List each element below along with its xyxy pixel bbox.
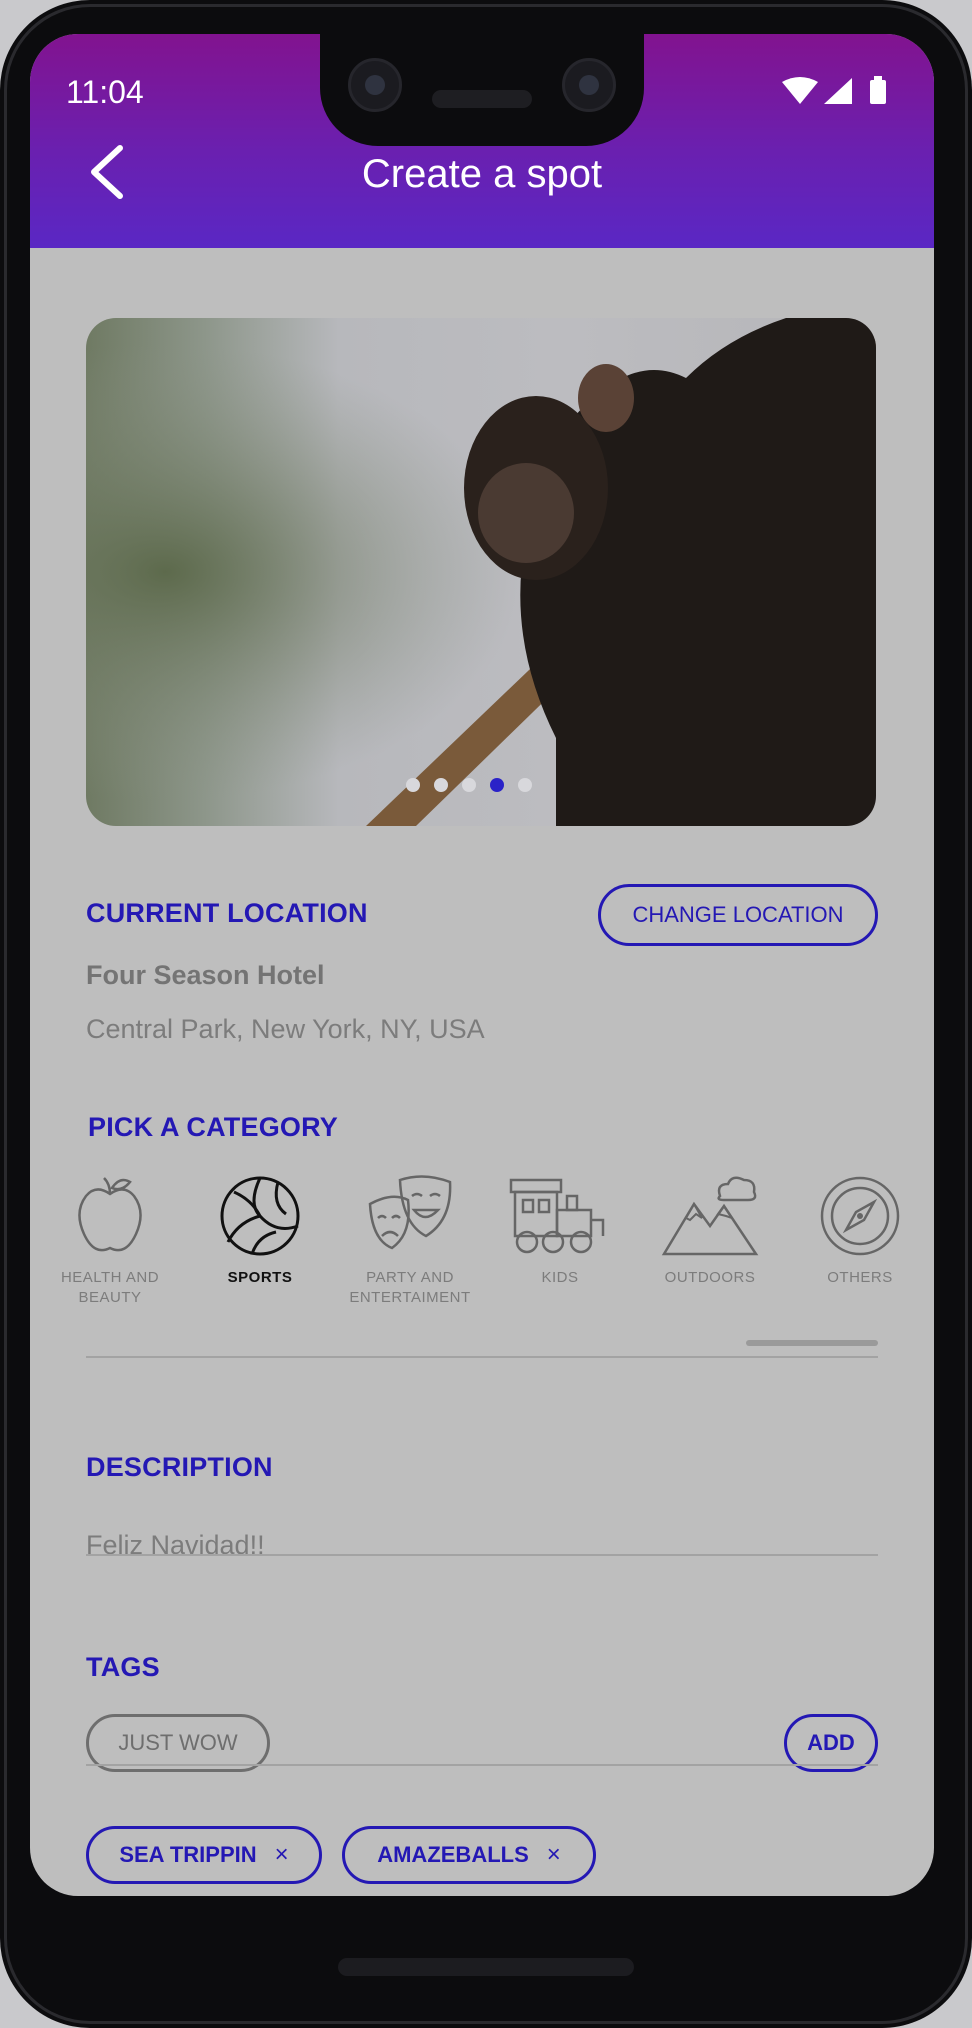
theater-masks-icon — [368, 1175, 452, 1250]
category-scrollbar[interactable] — [746, 1340, 878, 1346]
change-location-button[interactable]: CHANGE LOCATION — [598, 884, 878, 946]
mountains-icon — [661, 1176, 759, 1256]
tag-chip-label: AMAZEBALLS — [377, 1842, 529, 1867]
description-label: DESCRIPTION — [86, 1452, 273, 1482]
home-indicator[interactable] — [338, 1958, 634, 1976]
tag-chip[interactable]: SEA TRIPPIN × — [86, 1826, 322, 1884]
phone-frame: 11:04 Create a spot CURRENT LOCATION CHA… — [0, 0, 972, 2028]
divider — [86, 1356, 878, 1358]
category-label: SPORTS — [227, 1269, 293, 1286]
signal-icon — [824, 78, 852, 104]
wifi-icon — [782, 77, 818, 104]
volleyball-icon — [220, 1176, 300, 1256]
divider — [86, 1554, 878, 1556]
category-label: OUTDOORS — [664, 1269, 756, 1286]
sensor-icon — [562, 58, 616, 112]
category-kids[interactable]: KIDS — [488, 1174, 632, 1288]
category-label: OTHERS — [827, 1269, 893, 1286]
carousel-dot[interactable] — [406, 778, 420, 792]
earpiece-speaker — [432, 90, 532, 108]
page-title: Create a spot — [361, 152, 603, 196]
chimpanzee-photo — [86, 318, 876, 826]
category-outdoors[interactable]: OUTDOORS — [638, 1174, 782, 1288]
tags-label: TAGS — [86, 1652, 160, 1682]
tag-chip[interactable]: AMAZEBALLS × — [342, 1826, 596, 1884]
carousel-dot[interactable] — [518, 778, 532, 792]
place-name: Four Season Hotel — [86, 960, 325, 990]
camera-notch — [320, 34, 644, 146]
category-health-and-beauty[interactable]: HEALTH AND BEAUTY — [38, 1174, 182, 1308]
carousel-indicator — [406, 778, 532, 792]
app-header: 11:04 Create a spot — [30, 34, 934, 248]
battery-icon — [870, 80, 886, 104]
apple-icon — [78, 1177, 142, 1252]
category-sports[interactable]: SPORTS — [188, 1174, 332, 1288]
app-screen: 11:04 Create a spot CURRENT LOCATION CHA… — [30, 34, 934, 1896]
carousel-dot-active[interactable] — [490, 778, 504, 792]
current-location-label: CURRENT LOCATION — [86, 898, 368, 928]
description-input[interactable]: Feliz Navidad!! — [86, 1530, 265, 1561]
compass-icon — [820, 1176, 900, 1256]
tag-chip-label: SEA TRIPPIN — [119, 1842, 257, 1867]
divider — [86, 1764, 878, 1766]
carousel-dot[interactable] — [462, 778, 476, 792]
category-label: KIDS — [541, 1269, 579, 1286]
category-label: PARTY AND ENTERTAIMENT — [349, 1269, 471, 1306]
category-party-and-entertaiment[interactable]: PARTY AND ENTERTAIMENT — [338, 1174, 482, 1308]
pick-category-label: PICK A CATEGORY — [88, 1112, 339, 1142]
camera-icon — [348, 58, 402, 112]
remove-tag-icon[interactable]: × — [275, 1841, 289, 1869]
remove-tag-icon[interactable]: × — [547, 1841, 561, 1869]
photo-carousel[interactable] — [86, 318, 876, 826]
carousel-dot[interactable] — [434, 778, 448, 792]
category-others[interactable]: OTHERS — [788, 1174, 932, 1288]
toy-train-icon — [509, 1178, 605, 1254]
place-address: Central Park, New York, NY, USA — [86, 1014, 485, 1044]
status-time: 11:04 — [66, 74, 144, 110]
category-label: HEALTH AND BEAUTY — [60, 1269, 160, 1306]
status-icons — [782, 76, 886, 104]
